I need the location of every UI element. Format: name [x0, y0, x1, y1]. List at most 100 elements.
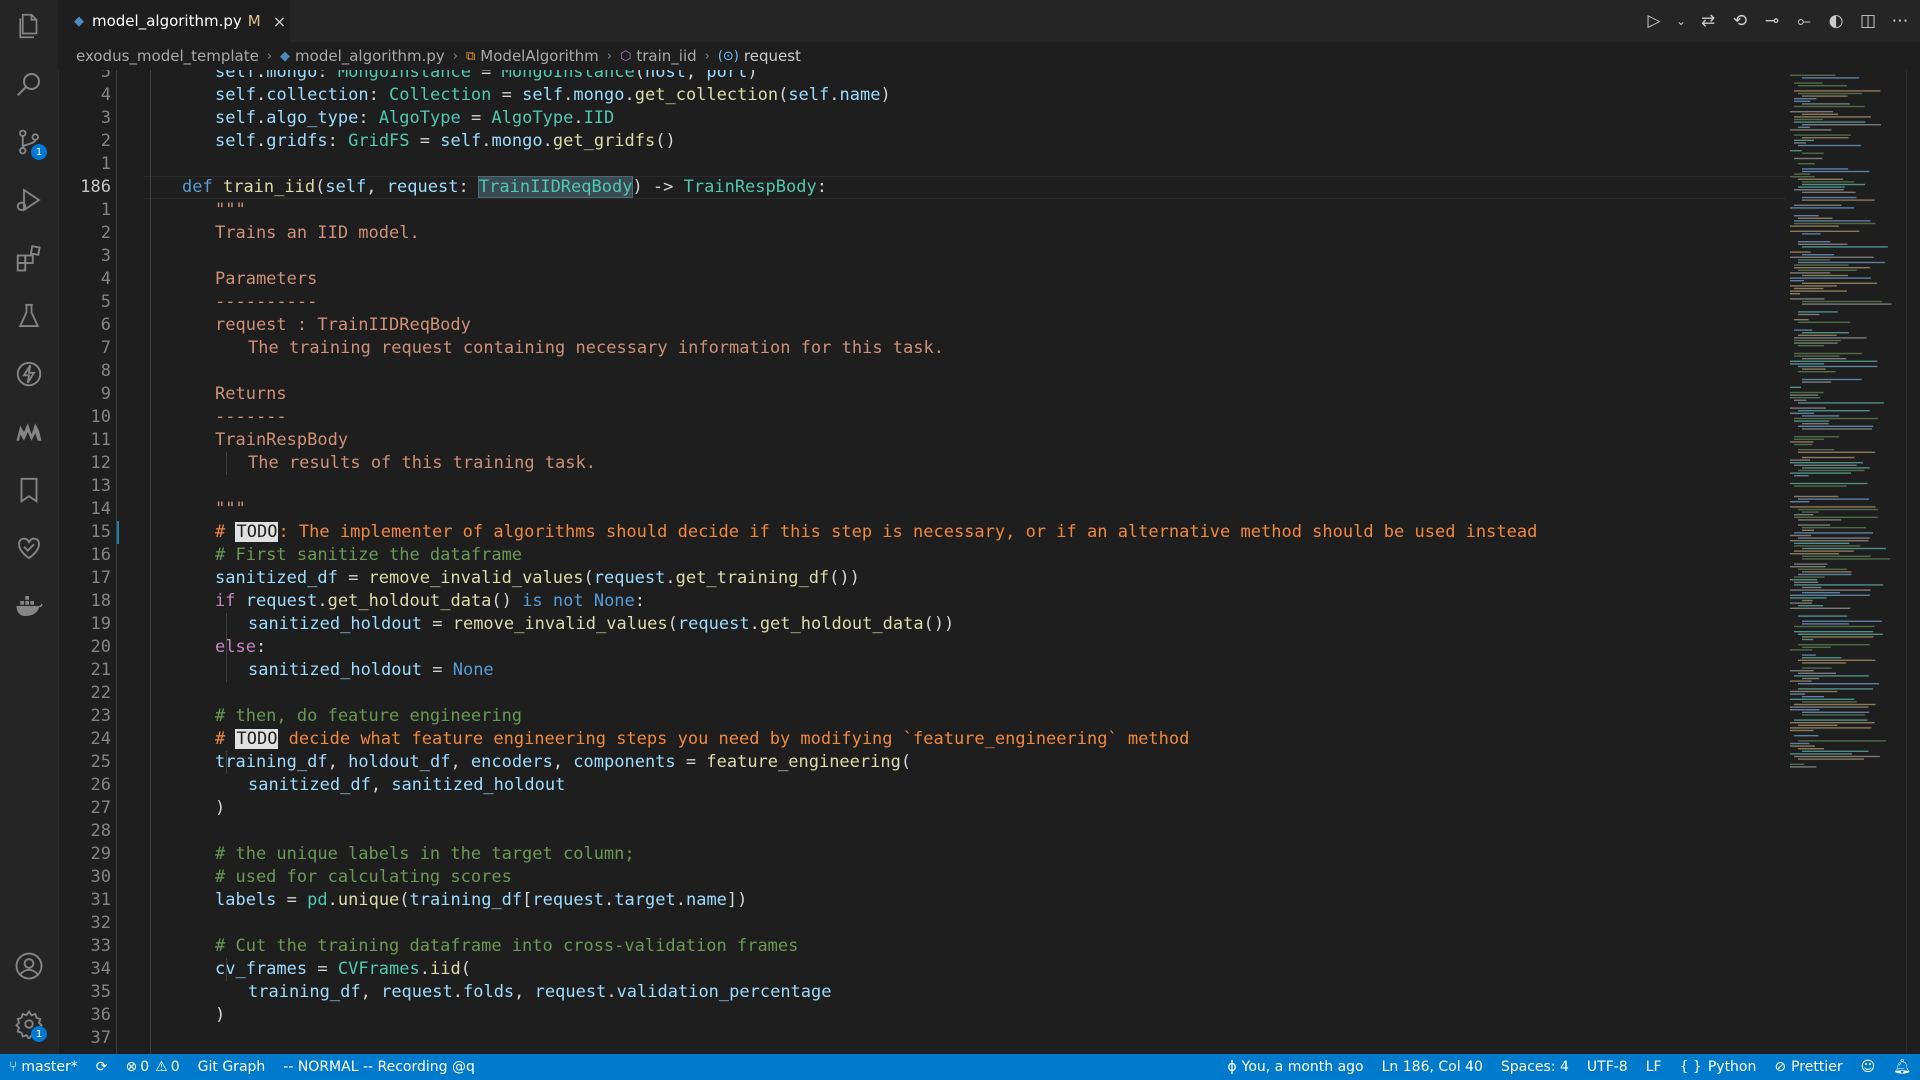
remote-explorer-icon[interactable]: [13, 532, 45, 564]
breadcrumb: exodus_model_template › ◆ model_algorith…: [58, 42, 1920, 70]
code-line[interactable]: 32: [58, 912, 1786, 935]
formatter-status[interactable]: ⊘ Prettier: [1765, 1059, 1851, 1075]
code-text: else:: [215, 636, 267, 657]
code-line[interactable]: 36): [58, 1004, 1786, 1027]
line-number: 34: [90, 958, 111, 979]
code-line[interactable]: 7 The training request containing necessa…: [58, 337, 1786, 360]
code-line[interactable]: 13: [58, 475, 1786, 498]
vertical-scrollbar[interactable]: [1906, 70, 1920, 1054]
code-line[interactable]: 12 The results of this training task.: [58, 452, 1786, 475]
lightning-icon[interactable]: [13, 358, 45, 390]
code-line[interactable]: 4 Parameters: [58, 268, 1786, 291]
source-control-icon[interactable]: 1: [13, 126, 47, 160]
split-editor-icon[interactable]: ◫: [1858, 11, 1878, 31]
code-line[interactable]: 30 # used for calculating scores: [58, 866, 1786, 889]
code-line[interactable]: 21 sanitized_holdout = None: [58, 659, 1786, 682]
git-next-icon[interactable]: ⟜: [1794, 11, 1814, 31]
code-line[interactable]: 8: [58, 360, 1786, 383]
editor-tab[interactable]: ◆ model_algorithm.py M ×: [58, 0, 290, 42]
more-actions-icon[interactable]: ⋯: [1890, 11, 1910, 31]
minimap[interactable]: [1786, 70, 1906, 1054]
run-debug-icon[interactable]: [13, 184, 45, 216]
code-line[interactable]: 14 """: [58, 498, 1786, 521]
run-dropdown-icon[interactable]: ⌄: [1676, 14, 1686, 28]
code-line[interactable]: 15 # TODO: The implementer of algorithms …: [58, 521, 1786, 544]
breadcrumb-class[interactable]: ModelAlgorithm: [480, 47, 599, 65]
language-mode[interactable]: { } Python: [1671, 1059, 1766, 1075]
code-line[interactable]: 3 self.algo_type: AlgoType = AlgoType.IID: [58, 107, 1786, 130]
code-line[interactable]: 11 TrainRespBody: [58, 429, 1786, 452]
blame-label: You, a month ago: [1241, 1059, 1364, 1075]
git-toggle-icon[interactable]: ◐: [1826, 11, 1846, 31]
code-line[interactable]: 20 else:: [58, 636, 1786, 659]
search-icon[interactable]: [13, 68, 45, 100]
code-line[interactable]: 23 # then, do feature engineering: [58, 705, 1786, 728]
code-text: self.collection: Collection = self.mongo…: [215, 84, 891, 105]
breadcrumb-file[interactable]: model_algorithm.py: [295, 47, 445, 65]
notifications-icon[interactable]: 🔔︎: [1884, 1059, 1920, 1075]
git-previous-icon[interactable]: ⊸: [1762, 11, 1782, 31]
code-line[interactable]: 4 self.collection: Collection = self.mong…: [58, 84, 1786, 107]
testing-icon[interactable]: [13, 300, 45, 332]
code-line[interactable]: 31 labels = pd.unique(training_df[request…: [58, 889, 1786, 912]
line-number: 15: [90, 521, 111, 542]
feedback-icon[interactable]: ☺: [1852, 1059, 1885, 1075]
mongodb-icon[interactable]: [13, 416, 45, 448]
code-line[interactable]: 33 # Cut the training dataframe into cros…: [58, 935, 1786, 958]
code-line[interactable]: 34 cv_frames = CVFrames.iid(: [58, 958, 1786, 981]
code-line[interactable]: 6 request : TrainIIDReqBody: [58, 314, 1786, 337]
git-blame-status[interactable]: ϕ You, a month ago: [1218, 1059, 1372, 1075]
code-editor[interactable]: 5 self.mongo: MongoInstance = MongoInstan…: [58, 70, 1786, 1054]
cursor-position[interactable]: Ln 186, Col 40: [1373, 1059, 1492, 1075]
code-line[interactable]: 37: [58, 1027, 1786, 1050]
code-line[interactable]: 5 self.mongo: MongoInstance = MongoInstan…: [58, 70, 1786, 84]
breadcrumb-method[interactable]: train_iid: [636, 47, 696, 65]
breadcrumb-folder[interactable]: exodus_model_template: [76, 47, 259, 65]
code-line[interactable]: 29 # the unique labels in the target colu…: [58, 843, 1786, 866]
settings-gear-icon[interactable]: 1: [13, 1008, 47, 1042]
code-line[interactable]: 3: [58, 245, 1786, 268]
git-timeline-icon[interactable]: ⟲: [1730, 11, 1750, 31]
code-line[interactable]: 1 """: [58, 199, 1786, 222]
code-line[interactable]: 16 # First sanitize the dataframe: [58, 544, 1786, 567]
close-tab-icon[interactable]: ×: [273, 12, 286, 31]
sync-icon[interactable]: ⟳: [87, 1059, 117, 1075]
branch-status[interactable]: ⑂ master*: [0, 1059, 87, 1075]
code-line[interactable]: 28: [58, 820, 1786, 843]
extensions-icon[interactable]: [13, 242, 45, 274]
indentation[interactable]: Spaces: 4: [1492, 1059, 1578, 1075]
code-line[interactable]: 35 training_df, request.folds, request.va…: [58, 981, 1786, 1004]
code-line[interactable]: 2 self.gridfs: GridFS = self.mongo.get_gr…: [58, 130, 1786, 153]
docker-icon[interactable]: [13, 590, 45, 622]
code-line[interactable]: 19 sanitized_holdout = remove_invalid_val…: [58, 613, 1786, 636]
code-line[interactable]: 24 # TODO decide what feature engineering…: [58, 728, 1786, 751]
code-line[interactable]: 25 training_df, holdout_df, encoders, com…: [58, 751, 1786, 774]
breadcrumb-variable[interactable]: request: [744, 47, 801, 65]
code-line[interactable]: 17 sanitized_df = remove_invalid_values(r…: [58, 567, 1786, 590]
account-icon[interactable]: [13, 950, 45, 982]
end-of-line[interactable]: LF: [1637, 1059, 1671, 1075]
code-line[interactable]: 9 Returns: [58, 383, 1786, 406]
code-line[interactable]: 22: [58, 682, 1786, 705]
code-line[interactable]: 186 def train_iid(self, request: TrainIID…: [58, 175, 1786, 199]
code-text: The results of this training task.: [248, 452, 596, 473]
code-line[interactable]: 5 ----------: [58, 291, 1786, 314]
code-line[interactable]: 27): [58, 797, 1786, 820]
code-line[interactable]: 1: [58, 153, 1786, 176]
code-text: # TODO: The implementer of algorithms sh…: [215, 521, 1538, 542]
code-text: training_df, holdout_df, encoders, compo…: [215, 751, 912, 772]
explorer-icon[interactable]: [13, 10, 45, 42]
code-line[interactable]: 2 Trains an IID model.: [58, 222, 1786, 245]
git-graph-button[interactable]: Git Graph: [189, 1059, 275, 1075]
problems-status[interactable]: ⊗ 0 ⚠ 0: [117, 1059, 189, 1075]
code-line[interactable]: 26 sanitized_df, sanitized_holdout: [58, 774, 1786, 797]
run-icon[interactable]: ▷: [1644, 11, 1664, 31]
prettier-icon: ⊘: [1774, 1059, 1787, 1075]
bookmark-icon[interactable]: [13, 474, 45, 506]
encoding[interactable]: UTF-8: [1578, 1059, 1637, 1075]
line-number: 2: [100, 222, 111, 243]
code-line[interactable]: 10 -------: [58, 406, 1786, 429]
compare-changes-icon[interactable]: ⇄: [1698, 11, 1718, 31]
code-text: ): [215, 1004, 226, 1025]
code-line[interactable]: 18 if request.get_holdout_data() is not N…: [58, 590, 1786, 613]
